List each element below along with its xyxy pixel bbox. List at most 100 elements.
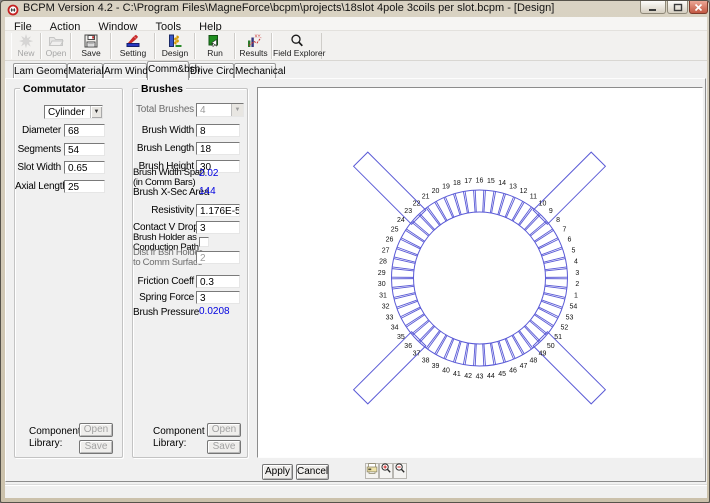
svg-text:15: 15 [487, 178, 495, 185]
print-button[interactable] [365, 463, 379, 479]
toolbar-field-explorer-button[interactable]: Field Explorer [272, 33, 322, 59]
svg-text:16: 16 [476, 178, 484, 185]
svg-text:45: 45 [498, 371, 506, 378]
field-slot-width-input[interactable]: 0.65 [64, 161, 105, 174]
field-axial-length-label: Axial Length [15, 182, 61, 192]
svg-text:20: 20 [432, 188, 440, 195]
svg-text:18: 18 [453, 180, 461, 187]
tab-lam-geometry[interactable]: Lam Geometry [13, 63, 67, 79]
svg-text:27: 27 [382, 247, 390, 254]
field-dist-fr-bsh-holder-label: Dist fr Bsh Holderto Comm Surface [133, 248, 194, 268]
tab-mechanical[interactable]: Mechanical [234, 63, 276, 79]
toolbar-setting-button[interactable]: Setting [111, 33, 155, 59]
field-diameter-input[interactable]: 68 [64, 124, 105, 137]
close-button[interactable] [689, 1, 708, 14]
commutator-library-label: ComponentLibrary: [29, 426, 81, 450]
window-title: BCPM Version 4.2 - C:\Program Files\Magn… [23, 2, 554, 14]
svg-text:40: 40 [442, 368, 450, 375]
status-bar [5, 484, 707, 498]
field-brush-holder-as-checkbox[interactable] [199, 237, 209, 247]
svg-text:44: 44 [487, 373, 495, 380]
field-brush-x-sec-area-value: 144 [199, 187, 216, 197]
chevron-down-icon: ▼ [231, 104, 243, 116]
toolbar-new-label: New [12, 49, 40, 58]
minimize-button[interactable] [640, 1, 666, 14]
tab-comm-bsh[interactable]: Comm&bsh [147, 61, 189, 80]
svg-text:53: 53 [566, 314, 574, 321]
svg-text:30: 30 [378, 281, 386, 288]
svg-text:35: 35 [397, 334, 405, 341]
toolbar-run-button[interactable]: Run [195, 33, 235, 59]
toolbar-open-button: Open [41, 33, 71, 59]
maximize-button[interactable] [667, 1, 688, 14]
svg-text:54: 54 [570, 304, 578, 311]
svg-text:17: 17 [464, 178, 472, 185]
toolbar-open-label: Open [42, 49, 70, 58]
toolbar-results-button[interactable]: XYResults [235, 33, 272, 59]
svg-text:10: 10 [539, 200, 547, 207]
tab-materials[interactable]: Materials [67, 63, 103, 79]
commutator-group-title: Commutator [20, 83, 88, 95]
setting-icon [112, 33, 154, 49]
zoom-out-button[interactable] [393, 463, 407, 479]
brushes-groupbox: Brushes Total Brushes4▼Brush Width8Brush… [132, 88, 248, 458]
field-slot-width-label: Slot Width [15, 163, 61, 173]
brushes-group-title: Brushes [138, 83, 186, 95]
toolbar-save-button[interactable]: Save [71, 33, 111, 59]
toolbar-new-button: New [11, 33, 41, 59]
svg-text:34: 34 [391, 325, 399, 332]
field-brush-width-span-value: 2.02 [199, 169, 218, 179]
field-explorer-icon [273, 33, 321, 49]
field-brush-length-label: Brush Length [133, 144, 194, 154]
cancel-button[interactable]: Cancel [296, 464, 329, 480]
toolbar-results-label: Results [236, 49, 271, 58]
field-spring-force-input[interactable]: 3 [196, 291, 240, 304]
svg-text:12: 12 [520, 188, 528, 195]
field-brush-length-input[interactable]: 18 [196, 142, 240, 155]
field-axial-length-input[interactable]: 25 [64, 180, 105, 193]
toolbar-design-button[interactable]: Design [155, 33, 195, 59]
field-brush-pressure-value: 0.0208 [199, 307, 230, 317]
field-contact-v-drop-input[interactable]: 3 [196, 221, 240, 234]
svg-text:51: 51 [554, 334, 562, 341]
commutator-library-label-line1: Component [29, 426, 81, 437]
field-dist-fr-bsh-holder-label2: to Comm Surface [133, 258, 194, 268]
title-bar: BCPM Version 4.2 - C:\Program Files\Magn… [1, 1, 709, 17]
field-segments-label: Segments [15, 145, 61, 155]
menu-bar: FileActionWindowToolsHelp [5, 17, 707, 31]
svg-text:11: 11 [530, 194, 537, 201]
bcpm-app-icon [7, 3, 19, 15]
svg-text:31: 31 [379, 293, 387, 300]
tab-page-comm-bsh: Commutator Cylinder ▼ Diameter68Segments… [5, 78, 706, 482]
toolbar-field-explorer-label: Field Explorer [273, 49, 321, 58]
commutator-type-select[interactable]: Cylinder ▼ [44, 105, 103, 119]
brushes-library-open-button: Open [207, 423, 241, 437]
field-friction-coeff-input[interactable]: 0.3 [196, 275, 240, 288]
zoom-in-icon [380, 462, 392, 480]
svg-text:47: 47 [520, 363, 528, 370]
svg-text:41: 41 [453, 371, 461, 378]
design-icon [156, 33, 194, 49]
brushes-library-label-line2: Library: [153, 438, 186, 449]
apply-button[interactable]: Apply [262, 464, 293, 480]
chevron-down-icon[interactable]: ▼ [90, 106, 102, 118]
svg-text:39: 39 [432, 363, 440, 370]
field-segments-input[interactable]: 54 [64, 143, 105, 156]
field-total-brushes-select: 4▼ [196, 103, 244, 117]
svg-text:14: 14 [498, 180, 506, 187]
field-resistivity-input[interactable]: 1.176E-5 [196, 204, 240, 217]
zoom-out-icon [394, 462, 406, 480]
field-brush-width-span-label: Brush Width Span(in Comm Bars) [133, 168, 194, 188]
field-brush-width-input[interactable]: 8 [196, 124, 240, 137]
zoom-in-button[interactable] [379, 463, 393, 479]
field-brush-width-label: Brush Width [133, 126, 194, 136]
field-spring-force-label: Spring Force [133, 293, 194, 303]
commutator-library-label-line2: Library: [29, 438, 62, 449]
run-icon [196, 33, 234, 49]
field-total-brushes-label: Total Brushes [133, 105, 194, 115]
svg-text:2: 2 [575, 281, 579, 288]
brushes-library-save-button: Save [207, 440, 241, 454]
open-icon [42, 33, 70, 49]
tab-arm-winding[interactable]: Arm Winding [103, 63, 147, 79]
svg-text:4: 4 [574, 259, 578, 266]
